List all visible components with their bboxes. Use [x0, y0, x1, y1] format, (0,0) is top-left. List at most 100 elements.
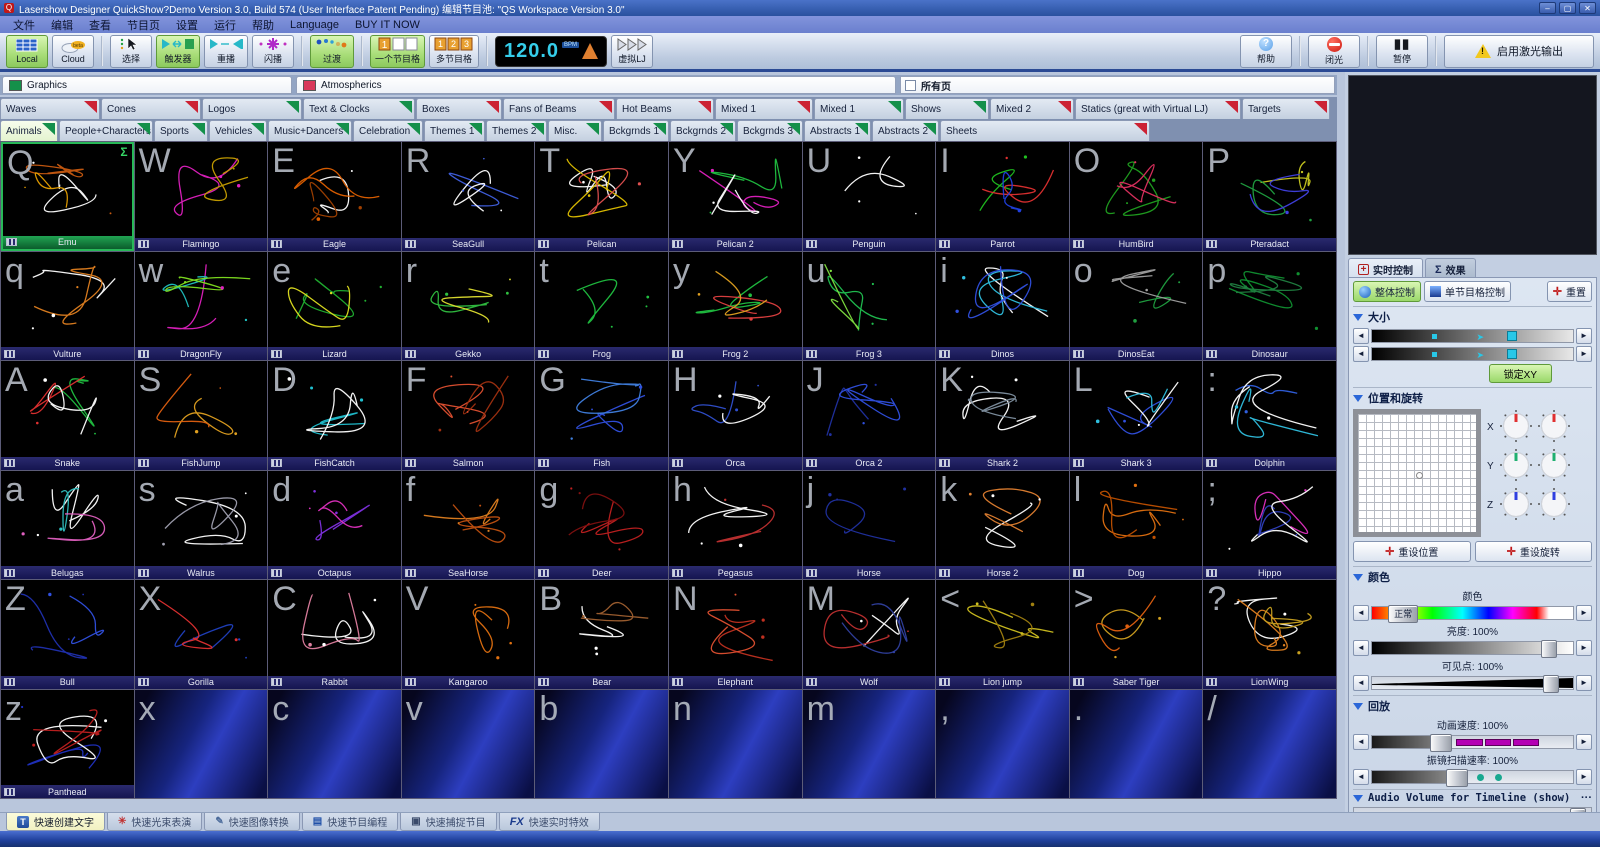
- slider-min-button[interactable]: ◄: [1353, 605, 1369, 621]
- slider-max-button[interactable]: ►: [1576, 675, 1592, 691]
- category-tab-abstracts-2[interactable]: Abstracts 2: [872, 120, 939, 141]
- y-rotation-knob[interactable]: [1537, 448, 1571, 485]
- category-tab-bckgrnds-3[interactable]: Bckgrnds 3: [737, 120, 803, 141]
- cue-cell-parrot[interactable]: I Parrot: [936, 142, 1069, 251]
- cue-cell-pteradact[interactable]: P Pteradact: [1203, 142, 1336, 251]
- cue-cell-deer[interactable]: g Deer: [535, 471, 668, 580]
- cue-cell-horse[interactable]: j Horse: [803, 471, 936, 580]
- color-slider[interactable]: ◄ 正常 ►: [1353, 605, 1592, 621]
- cue-cell-humbird[interactable]: O HumBird: [1070, 142, 1203, 251]
- category-tab-logos[interactable]: Logos: [202, 98, 302, 119]
- cue-cell-penguin[interactable]: U Penguin: [803, 142, 936, 251]
- cue-cell-orca[interactable]: H Orca: [669, 361, 802, 470]
- slider-min-button[interactable]: ◄: [1353, 675, 1369, 691]
- cue-cell-dragonfly[interactable]: w DragonFly: [135, 252, 268, 361]
- scan-rate-slider[interactable]: ◄ ►: [1353, 769, 1592, 785]
- cue-cell-elephant[interactable]: N Elephant: [669, 580, 802, 689]
- category-tab-music-dancers[interactable]: Music+Dancers: [268, 120, 352, 141]
- menu-item-编辑[interactable]: 编辑: [44, 16, 80, 34]
- quick-tab-快速光束表演[interactable]: ✳快速光束表演: [107, 813, 202, 831]
- local-button[interactable]: Local: [6, 35, 48, 68]
- restart-mode-button[interactable]: 重播: [204, 35, 248, 68]
- cue-cell-orca-2[interactable]: J Orca 2: [803, 361, 936, 470]
- cue-cell-flamingo[interactable]: W Flamingo: [135, 142, 268, 251]
- menu-item-帮助[interactable]: 帮助: [245, 16, 281, 34]
- category-tab-bckgrnds-2[interactable]: Bckgrnds 2: [670, 120, 736, 141]
- category-tab-mixed-1[interactable]: Mixed 1: [715, 98, 813, 119]
- size-y-track[interactable]: ➤: [1371, 347, 1574, 361]
- y-position-knob[interactable]: [1499, 448, 1533, 485]
- trigger-mode-button[interactable]: 触发器: [156, 35, 200, 68]
- cue-cell-belugas[interactable]: a Belugas: [1, 471, 134, 580]
- cue-cell-snake[interactable]: A Snake: [1, 361, 134, 470]
- page-tab-graphics[interactable]: Graphics: [2, 76, 292, 94]
- cue-cell-walrus[interactable]: s Walrus: [135, 471, 268, 580]
- category-tab-hot-beams[interactable]: Hot Beams: [616, 98, 714, 119]
- slider-min-button[interactable]: ◄: [1353, 769, 1369, 785]
- size-x-handle[interactable]: [1507, 331, 1517, 341]
- category-tab-abstracts-1[interactable]: Abstracts 1: [804, 120, 871, 141]
- slider-max-button[interactable]: ►: [1576, 640, 1592, 656]
- cue-cell-pelican-2[interactable]: Y Pelican 2: [669, 142, 802, 251]
- category-tab-boxes[interactable]: Boxes: [416, 98, 502, 119]
- size-header[interactable]: 大小: [1353, 309, 1592, 325]
- cue-cell-dinosaur[interactable]: p Dinosaur: [1203, 252, 1336, 361]
- blackout-button[interactable]: 闭光: [1308, 35, 1360, 68]
- flash-mode-button[interactable]: 闪播: [252, 35, 294, 68]
- category-tab-targets[interactable]: Targets: [1242, 98, 1330, 119]
- cue-cell-emu[interactable]: QΣ Emu: [1, 142, 134, 251]
- color-mode-handle[interactable]: 正常: [1388, 605, 1418, 623]
- menu-item-文件[interactable]: 文件: [6, 16, 42, 34]
- cloud-button[interactable]: beta Cloud: [52, 35, 94, 68]
- cue-cell-empty[interactable]: c: [268, 690, 401, 799]
- cue-cell-octapus[interactable]: d Octapus: [268, 471, 401, 580]
- menu-item-language[interactable]: Language: [283, 18, 346, 32]
- slider-min-button[interactable]: ◄: [1353, 328, 1369, 344]
- cue-cell-bull[interactable]: Z Bull: [1, 580, 134, 689]
- visible-points-slider[interactable]: ◄ ►: [1353, 675, 1592, 691]
- all-pages-toggle[interactable]: 所有页: [900, 76, 1335, 94]
- slider-max-button[interactable]: ►: [1576, 734, 1592, 750]
- playback-header[interactable]: 回放: [1353, 698, 1592, 714]
- lock-xy-button[interactable]: 锁定XY: [1489, 364, 1552, 383]
- category-tab-waves[interactable]: Waves: [0, 98, 100, 119]
- quick-tab-快速图像转换[interactable]: ✎快速图像转换: [204, 813, 299, 831]
- category-tab-bckgrnds-1[interactable]: Bckgrnds 1: [603, 120, 669, 141]
- close-button[interactable]: ✕: [1579, 2, 1596, 14]
- size-y-slider[interactable]: ◄ ➤ ►: [1353, 346, 1592, 362]
- category-tab-vehicles[interactable]: Vehicles: [209, 120, 267, 141]
- animation-speed-track[interactable]: [1371, 735, 1574, 749]
- cue-cell-seahorse[interactable]: f SeaHorse: [402, 471, 535, 580]
- quick-tab-快速捕捉节目[interactable]: ▣快速捕捉节目: [400, 813, 496, 831]
- category-tab-text-clocks[interactable]: Text & Clocks: [303, 98, 415, 119]
- cue-cell-gorilla[interactable]: X Gorilla: [135, 580, 268, 689]
- page-tab-atmospherics[interactable]: Atmospherics: [296, 76, 896, 94]
- cue-cell-hippo[interactable]: ; Hippo: [1203, 471, 1336, 580]
- cue-cell-gekko[interactable]: r Gekko: [402, 252, 535, 361]
- cue-cell-shark-2[interactable]: K Shark 2: [936, 361, 1069, 470]
- cue-cell-bear[interactable]: B Bear: [535, 580, 668, 689]
- cue-cell-frog[interactable]: t Frog: [535, 252, 668, 361]
- category-tab-animals[interactable]: Animals: [0, 120, 58, 141]
- master-control-button[interactable]: 整体控制: [1353, 281, 1421, 302]
- cue-cell-dog[interactable]: l Dog: [1070, 471, 1203, 580]
- multi-cue-grid-button[interactable]: 1 2 3 多节目格: [429, 35, 479, 68]
- category-tab-misc-[interactable]: Misc.: [548, 120, 602, 141]
- category-tab-mixed-2[interactable]: Mixed 2: [990, 98, 1074, 119]
- cue-cell-rabbit[interactable]: C Rabbit: [268, 580, 401, 689]
- category-tab-fans-of-beams[interactable]: Fans of Beams: [503, 98, 615, 119]
- one-cue-grid-button[interactable]: 1 一个节目格: [370, 35, 425, 68]
- cue-cell-horse-2[interactable]: k Horse 2: [936, 471, 1069, 580]
- transition-button[interactable]: 过渡: [310, 35, 354, 68]
- audio-header[interactable]: Audio Volume for Timeline (show) ···: [1353, 792, 1592, 804]
- color-track[interactable]: 正常: [1371, 606, 1574, 620]
- slider-max-button[interactable]: ►: [1576, 769, 1592, 785]
- size-x-track[interactable]: ➤: [1371, 329, 1574, 343]
- category-tab-statics-great-with-virtual-lj-[interactable]: Statics (great with Virtual LJ): [1075, 98, 1241, 119]
- brightness-slider[interactable]: ◄ ►: [1353, 640, 1592, 656]
- category-tab-mixed-1[interactable]: Mixed 1: [814, 98, 904, 119]
- bpm-display[interactable]: 120.0 BPM: [495, 36, 607, 67]
- menu-item-buy-it-now[interactable]: BUY IT NOW: [348, 18, 427, 32]
- quick-tab-快速创建文字[interactable]: T快速创建文字: [6, 813, 105, 831]
- cue-cell-dinos[interactable]: i Dinos: [936, 252, 1069, 361]
